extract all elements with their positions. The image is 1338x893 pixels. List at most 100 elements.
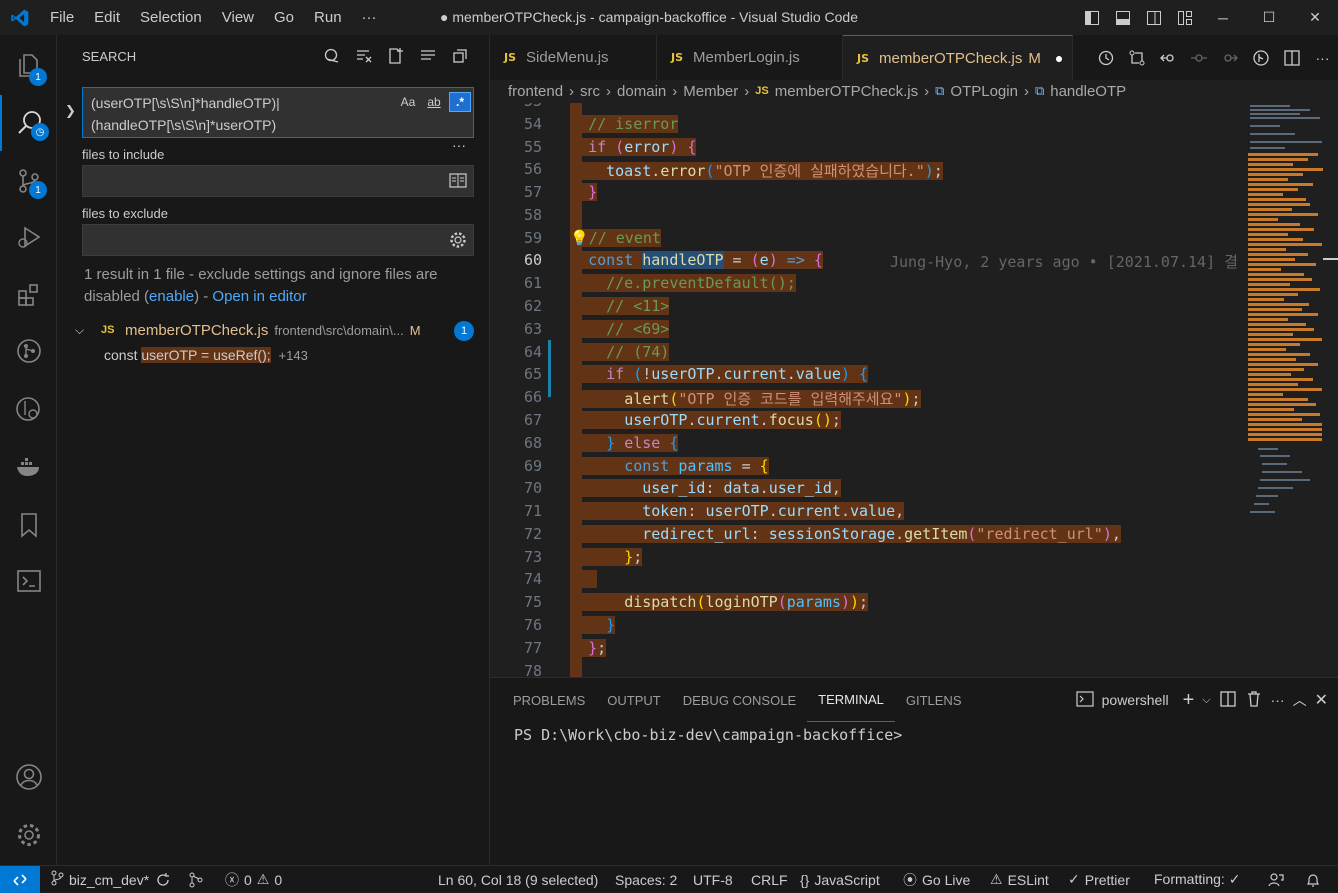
- crumb-domain[interactable]: domain: [617, 83, 666, 100]
- view-as-tree-icon[interactable]: [417, 45, 439, 67]
- match-case-button[interactable]: Aa: [397, 92, 419, 112]
- new-search-editor-icon[interactable]: [385, 45, 407, 67]
- kill-terminal-trash-icon[interactable]: [1245, 690, 1263, 711]
- toggle-sidebar-icon[interactable]: [1076, 0, 1107, 35]
- gitlens-inspect-icon[interactable]: [1245, 43, 1276, 73]
- menu-go[interactable]: Go: [264, 0, 304, 35]
- refresh-search-icon[interactable]: [321, 45, 343, 67]
- split-editor-icon[interactable]: [1276, 43, 1307, 73]
- source-control-icon[interactable]: 1: [0, 153, 57, 209]
- explorer-icon[interactable]: 1: [0, 37, 57, 93]
- next-revision-icon[interactable]: [1214, 43, 1245, 73]
- git-branch[interactable]: biz_cm_dev*: [50, 866, 149, 893]
- sync-icon[interactable]: [155, 866, 171, 893]
- problems-count[interactable]: ⓧ 0 ⚠ 0: [225, 866, 282, 893]
- code-area[interactable]: 53 54 55 56 57 58 59 60 61 62 63 64 65 6…: [490, 103, 1240, 677]
- search-icon[interactable]: ◷: [0, 95, 57, 151]
- tab-problems[interactable]: PROBLEMS: [502, 678, 596, 722]
- maximize-panel-chevron-up-icon[interactable]: ︿: [1293, 690, 1307, 710]
- gitlens-blame-annotation[interactable]: Jung-Hyo, 2 years ago • [2021.07.14] 결: [890, 251, 1238, 272]
- language-mode[interactable]: {} JavaScript: [800, 866, 880, 893]
- terminal-shell-name[interactable]: powershell: [1102, 692, 1169, 708]
- result-file-row[interactable]: ⌵ JS memberOTPCheck.js frontend\src\doma…: [75, 319, 475, 341]
- feedback-icon[interactable]: [1268, 866, 1284, 893]
- tab-memberotpcheck[interactable]: JS memberOTPCheck.js M ●: [843, 35, 1073, 80]
- tab-terminal[interactable]: TERMINAL: [807, 678, 895, 722]
- tab-output[interactable]: OUTPUT: [596, 678, 671, 722]
- git-graph-icon[interactable]: [0, 323, 57, 379]
- menu-edit[interactable]: Edit: [84, 0, 130, 35]
- remote-indicator-icon[interactable]: [0, 866, 40, 893]
- split-terminal-icon[interactable]: [1219, 690, 1237, 711]
- bookmarks-icon[interactable]: [0, 497, 57, 553]
- indentation[interactable]: Spaces: 2: [615, 866, 677, 893]
- open-in-editor-link[interactable]: Open in editor: [212, 288, 306, 305]
- search-open-editors-icon[interactable]: [449, 173, 467, 192]
- unsaved-dot-icon[interactable]: ●: [1055, 50, 1063, 66]
- prev-revision-icon[interactable]: [1183, 43, 1214, 73]
- run-debug-icon[interactable]: [0, 209, 57, 265]
- compare-changes-icon[interactable]: [1121, 43, 1152, 73]
- extensions-icon[interactable]: [0, 267, 57, 323]
- more-actions-icon[interactable]: ···: [1307, 43, 1338, 73]
- menu-more[interactable]: ···: [352, 0, 387, 35]
- gitlens-icon[interactable]: [0, 381, 57, 437]
- use-regex-button[interactable]: .*: [449, 92, 471, 112]
- minimize-icon[interactable]: ─: [1200, 0, 1246, 35]
- crumb-file[interactable]: memberOTPCheck.js: [775, 83, 918, 100]
- clear-results-icon[interactable]: [353, 45, 375, 67]
- terminal-dropdown-chevron-icon[interactable]: ⌵: [1202, 694, 1210, 707]
- new-terminal-icon[interactable]: +: [1183, 689, 1195, 712]
- panel-more-icon[interactable]: ···: [1271, 692, 1285, 708]
- vscode-logo-icon[interactable]: [0, 0, 40, 35]
- menu-file[interactable]: File: [40, 0, 84, 35]
- end-of-line[interactable]: CRLF: [751, 866, 788, 893]
- formatting-status[interactable]: Formatting: ✓: [1154, 866, 1240, 893]
- account-icon[interactable]: [0, 749, 57, 805]
- docker-icon[interactable]: [0, 439, 57, 495]
- customize-layout-icon[interactable]: [1169, 0, 1200, 35]
- maximize-icon[interactable]: ☐: [1246, 0, 1292, 35]
- toggle-panel-icon[interactable]: [1107, 0, 1138, 35]
- enable-link[interactable]: enable: [149, 288, 194, 305]
- match-whole-word-button[interactable]: ab: [423, 92, 445, 112]
- git-graph-status-icon[interactable]: [188, 866, 204, 893]
- exclude-settings-gear-icon[interactable]: [449, 231, 467, 252]
- encoding[interactable]: UTF-8: [693, 866, 733, 893]
- tab-debug-console[interactable]: DEBUG CONSOLE: [672, 678, 807, 722]
- crumb-handleotp[interactable]: handleOTP: [1050, 83, 1126, 100]
- close-panel-icon[interactable]: ✕: [1315, 690, 1328, 710]
- crumb-member[interactable]: Member: [683, 83, 738, 100]
- open-changes-prev-icon[interactable]: [1152, 43, 1183, 73]
- crumb-otplogin[interactable]: OTPLogin: [950, 83, 1018, 100]
- menu-view[interactable]: View: [212, 0, 264, 35]
- collapse-all-icon[interactable]: [449, 45, 471, 67]
- crumb-src[interactable]: src: [580, 83, 600, 100]
- toggle-secondary-sidebar-icon[interactable]: [1138, 0, 1169, 35]
- prettier-status[interactable]: ✓ Prettier: [1068, 866, 1130, 893]
- cursor-position[interactable]: Ln 60, Col 18 (9 selected): [438, 866, 598, 893]
- tab-gitlens[interactable]: GITLENS: [895, 678, 973, 722]
- menu-run[interactable]: Run: [304, 0, 352, 35]
- terminal-view-icon[interactable]: [0, 553, 57, 609]
- timeline-icon[interactable]: [1090, 43, 1121, 73]
- files-exclude-input[interactable]: [82, 224, 474, 256]
- crumb-frontend[interactable]: frontend: [508, 83, 563, 100]
- go-live-button[interactable]: ⦿ Go Live: [903, 866, 970, 893]
- toggle-replace-chevron-icon[interactable]: ❯: [65, 103, 76, 119]
- eslint-status[interactable]: ⚠ ESLint: [990, 866, 1049, 893]
- terminal-prompt[interactable]: PS D:\Work\cbo-biz-dev\campaign-backoffi…: [514, 726, 902, 744]
- settings-gear-icon[interactable]: [0, 807, 57, 863]
- toggle-search-details-icon[interactable]: ···: [452, 137, 466, 153]
- tab-memberlogin[interactable]: JS MemberLogin.js: [657, 35, 843, 80]
- notifications-bell-icon[interactable]: [1305, 866, 1321, 893]
- files-include-input[interactable]: [82, 165, 474, 197]
- search-input[interactable]: (userOTP[\s\S\n]*handleOTP)| (handleOTP[…: [82, 87, 474, 138]
- search-match-line[interactable]: const userOTP = useRef(); +143: [104, 344, 308, 367]
- chevron-down-icon[interactable]: ⌵: [75, 323, 101, 338]
- menu-selection[interactable]: Selection: [130, 0, 212, 35]
- line-number: 78: [523, 662, 542, 677]
- close-window-icon[interactable]: ✕: [1292, 0, 1338, 35]
- tab-sidemenu[interactable]: JS SideMenu.js: [490, 35, 657, 80]
- minimap[interactable]: [1248, 103, 1338, 677]
